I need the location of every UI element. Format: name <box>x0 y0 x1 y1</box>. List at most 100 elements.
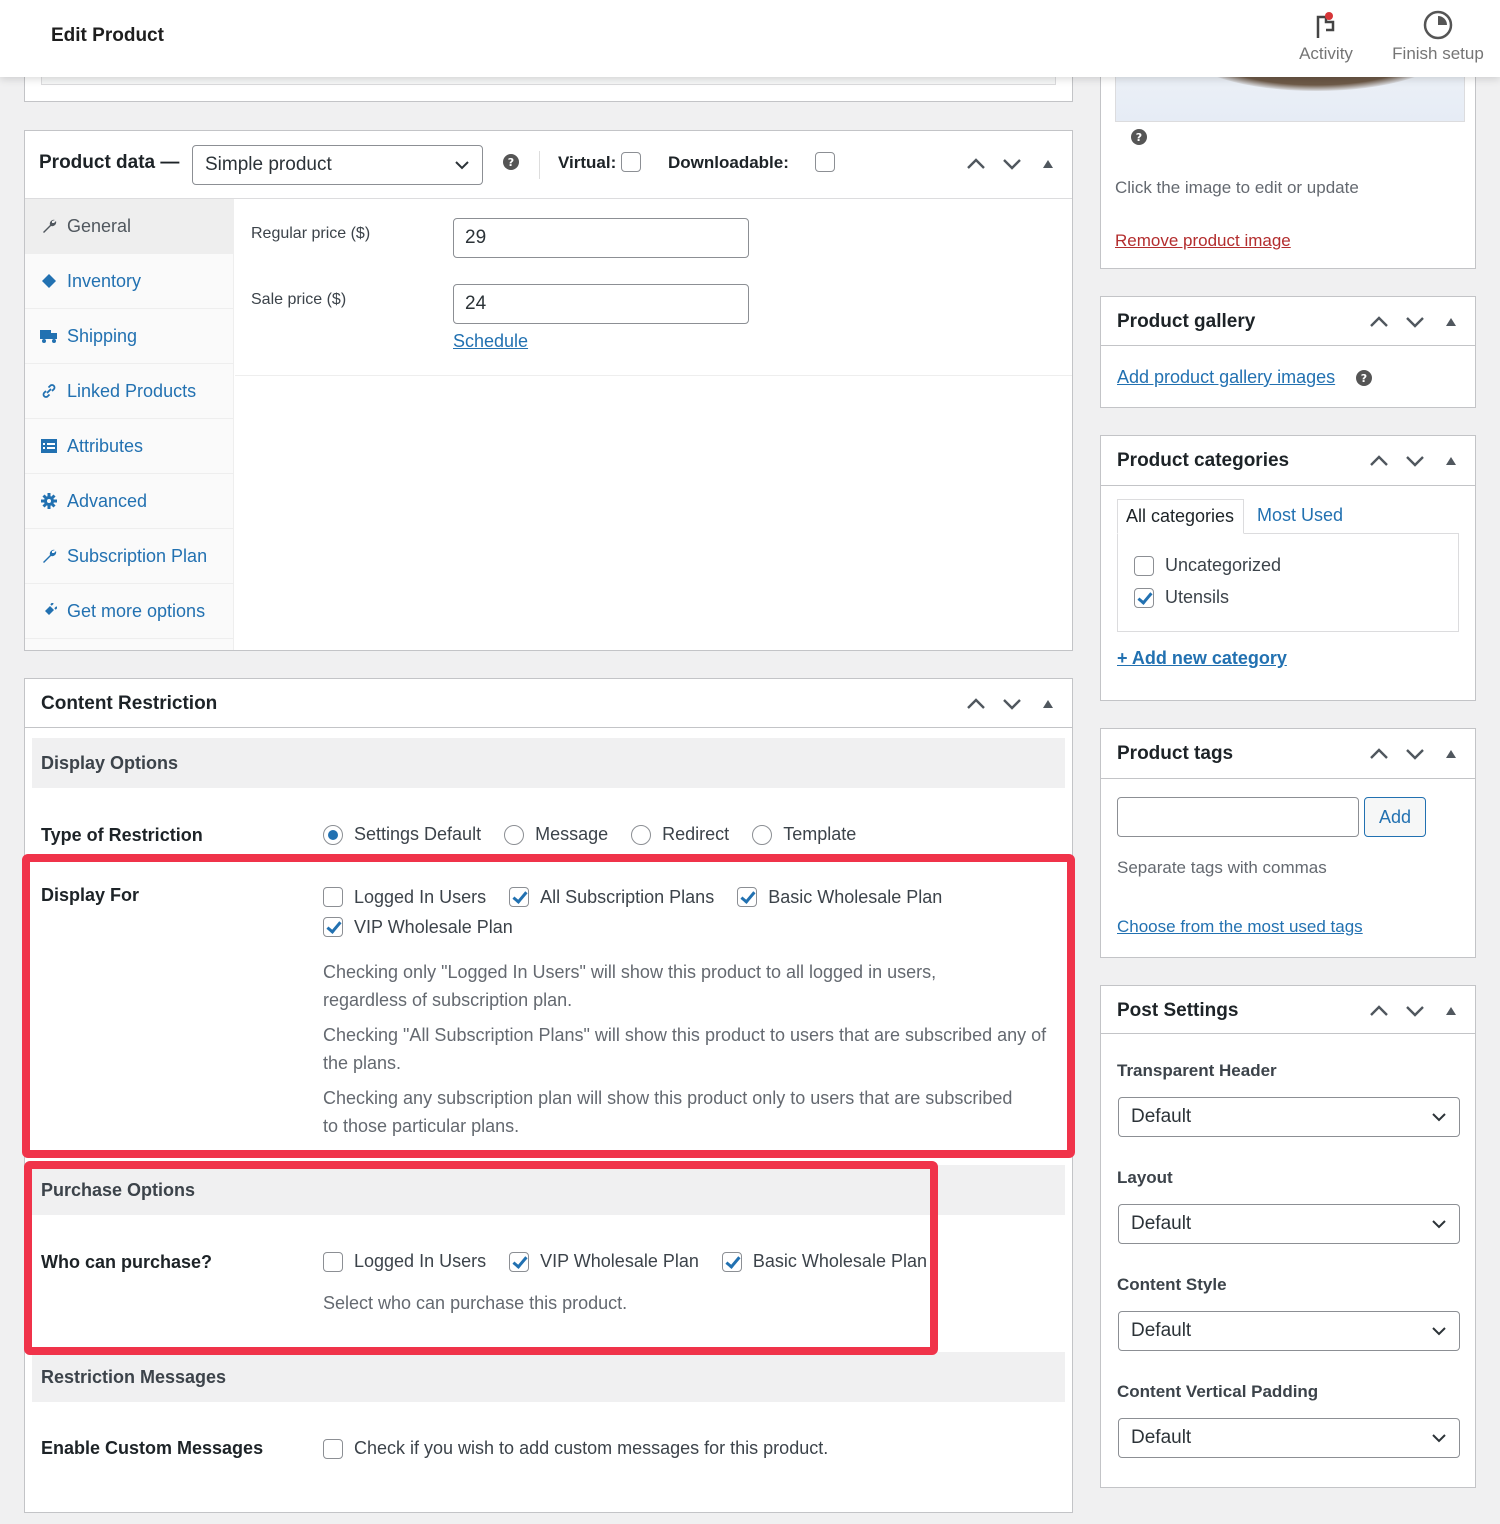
display-for-label: Display For <box>41 885 140 905</box>
tab-attributes[interactable]: Attributes <box>25 419 233 474</box>
plugin-icon <box>39 603 59 619</box>
activity-label: Activity <box>1299 44 1353 63</box>
choose-most-used-tags-link[interactable]: Choose from the most used tags <box>1117 917 1363 937</box>
help-icon[interactable]: ? <box>503 154 519 170</box>
schedule-link[interactable]: Schedule <box>453 331 528 352</box>
chevron-down-icon <box>1431 1320 1447 1342</box>
collapse-toggle-icon[interactable] <box>1036 153 1060 175</box>
finish-setup-label: Finish setup <box>1392 44 1484 63</box>
progress-circle-icon <box>1386 8 1490 42</box>
collapse-toggle-icon[interactable] <box>1439 743 1463 765</box>
product-image-panel: ? Click the image to edit or update Remo… <box>1100 50 1476 269</box>
collapse-toggle-icon[interactable] <box>1439 1000 1463 1022</box>
display-for-logged-in-users[interactable]: Logged In Users <box>323 884 486 910</box>
downloadable-label: Downloadable: <box>668 153 789 172</box>
radio-template[interactable]: Template <box>752 824 856 845</box>
tab-subscription-plan[interactable]: Subscription Plan <box>25 529 233 584</box>
move-up-icon[interactable] <box>964 693 988 715</box>
product-data-panel: Product data — Simple product ? Virtual:… <box>24 130 1073 651</box>
category-list: Uncategorized Utensils <box>1117 533 1459 632</box>
move-up-icon[interactable] <box>1367 1000 1391 1022</box>
move-down-icon[interactable] <box>1403 311 1427 333</box>
enable-custom-messages-checkbox[interactable]: Check if you wish to add custom messages… <box>323 1438 828 1459</box>
move-up-icon[interactable] <box>1367 743 1391 765</box>
tag-input[interactable] <box>1117 797 1359 837</box>
remove-product-image-link[interactable]: Remove product image <box>1115 231 1291 251</box>
collapse-toggle-icon[interactable] <box>1439 311 1463 333</box>
content-style-select[interactable]: Default <box>1118 1311 1460 1351</box>
layout-label: Layout <box>1117 1168 1173 1187</box>
chevron-down-icon <box>1431 1106 1447 1128</box>
chevron-down-icon <box>454 154 470 176</box>
radio-redirect[interactable]: Redirect <box>631 824 729 845</box>
sale-price-input[interactable]: 24 <box>453 284 749 324</box>
image-edit-hint: Click the image to edit or update <box>1115 178 1359 197</box>
content-style-label: Content Style <box>1117 1275 1227 1294</box>
post-settings-title: Post Settings <box>1117 1000 1239 1021</box>
display-for-basic-wholesale-plan[interactable]: Basic Wholesale Plan <box>737 884 942 910</box>
tab-all-categories[interactable]: All categories <box>1117 499 1244 534</box>
radio-message[interactable]: Message <box>504 824 608 845</box>
add-new-category-link[interactable]: + Add new category <box>1117 648 1287 669</box>
move-up-icon[interactable] <box>1367 311 1391 333</box>
move-down-icon[interactable] <box>1403 1000 1427 1022</box>
purchase-basic-wholesale-plan[interactable]: Basic Wholesale Plan <box>721 1251 927 1272</box>
radio-settings-default[interactable]: Settings Default <box>323 824 481 845</box>
transparent-header-select[interactable]: Default <box>1118 1097 1460 1137</box>
tab-general[interactable]: General <box>25 199 233 254</box>
downloadable-checkbox[interactable] <box>815 152 836 173</box>
move-up-icon[interactable] <box>1367 450 1391 472</box>
display-options-heading: Display Options <box>32 738 1065 788</box>
product-gallery-panel: Product gallery Add product gallery imag… <box>1100 296 1476 408</box>
collapse-toggle-icon[interactable] <box>1036 693 1060 715</box>
help-icon[interactable]: ? <box>1131 129 1147 145</box>
add-tag-button[interactable]: Add <box>1364 797 1426 837</box>
tag-icon <box>39 273 59 289</box>
tab-inventory[interactable]: Inventory <box>25 254 233 309</box>
type-of-restriction-label: Type of Restriction <box>41 825 203 845</box>
tab-get-more-options[interactable]: Get more options <box>25 584 233 639</box>
display-for-all-subscription-plans[interactable]: All Subscription Plans <box>509 884 714 910</box>
product-type-select[interactable]: Simple product <box>192 145 483 185</box>
display-for-description-2: Checking "All Subscription Plans" will s… <box>323 1025 1047 1073</box>
category-utensils[interactable]: Utensils <box>1134 587 1229 608</box>
virtual-checkbox[interactable] <box>621 152 641 173</box>
add-gallery-images-link[interactable]: Add product gallery images <box>1117 367 1335 388</box>
move-down-icon[interactable] <box>1000 693 1024 715</box>
move-down-icon[interactable] <box>1403 743 1427 765</box>
product-tags-panel: Product tags Add Separate tags with comm… <box>1100 728 1476 958</box>
help-icon[interactable]: ? <box>1356 370 1372 386</box>
purchase-logged-in-users[interactable]: Logged In Users <box>323 1251 486 1272</box>
display-for-options: Logged In Users All Subscription Plans B… <box>323 884 1063 1140</box>
regular-price-input[interactable]: 29 <box>453 218 749 258</box>
content-vertical-padding-label: Content Vertical Padding <box>1117 1382 1319 1401</box>
general-panel: Regular price ($) 29 Sale price ($) 24 S… <box>235 199 1072 376</box>
tab-advanced[interactable]: Advanced <box>25 474 233 529</box>
display-for-description-3: Checking any subscription plan will show… <box>323 1088 1013 1136</box>
tab-linked-products[interactable]: Linked Products <box>25 364 233 419</box>
restriction-messages-heading: Restriction Messages <box>32 1352 1065 1402</box>
move-down-icon[interactable] <box>1000 153 1024 175</box>
move-up-icon[interactable] <box>964 153 988 175</box>
content-vertical-padding-select[interactable]: Default <box>1118 1418 1460 1458</box>
purchase-vip-wholesale-plan[interactable]: VIP Wholesale Plan <box>509 1251 699 1272</box>
who-can-purchase-description: Select who can purchase this product. <box>323 1292 628 1313</box>
tab-shipping[interactable]: Shipping <box>25 309 233 364</box>
move-down-icon[interactable] <box>1403 450 1427 472</box>
virtual-label: Virtual: <box>558 153 617 172</box>
divider <box>539 151 540 179</box>
chevron-down-icon <box>1431 1427 1447 1449</box>
list-icon <box>39 439 59 453</box>
tab-most-used[interactable]: Most Used <box>1257 505 1343 526</box>
display-for-vip-wholesale-plan[interactable]: VIP Wholesale Plan <box>323 914 513 940</box>
wrench-icon <box>39 548 59 564</box>
activity-button[interactable]: Activity <box>1290 8 1362 64</box>
finish-setup-button[interactable]: Finish setup <box>1386 8 1490 64</box>
gear-icon <box>39 493 59 509</box>
sale-price-label: Sale price ($) <box>251 291 347 308</box>
collapse-toggle-icon[interactable] <box>1439 450 1463 472</box>
category-uncategorized[interactable]: Uncategorized <box>1134 555 1281 576</box>
transparent-header-label: Transparent Header <box>1117 1061 1277 1080</box>
tags-hint: Separate tags with commas <box>1117 858 1327 877</box>
layout-select[interactable]: Default <box>1118 1204 1460 1244</box>
